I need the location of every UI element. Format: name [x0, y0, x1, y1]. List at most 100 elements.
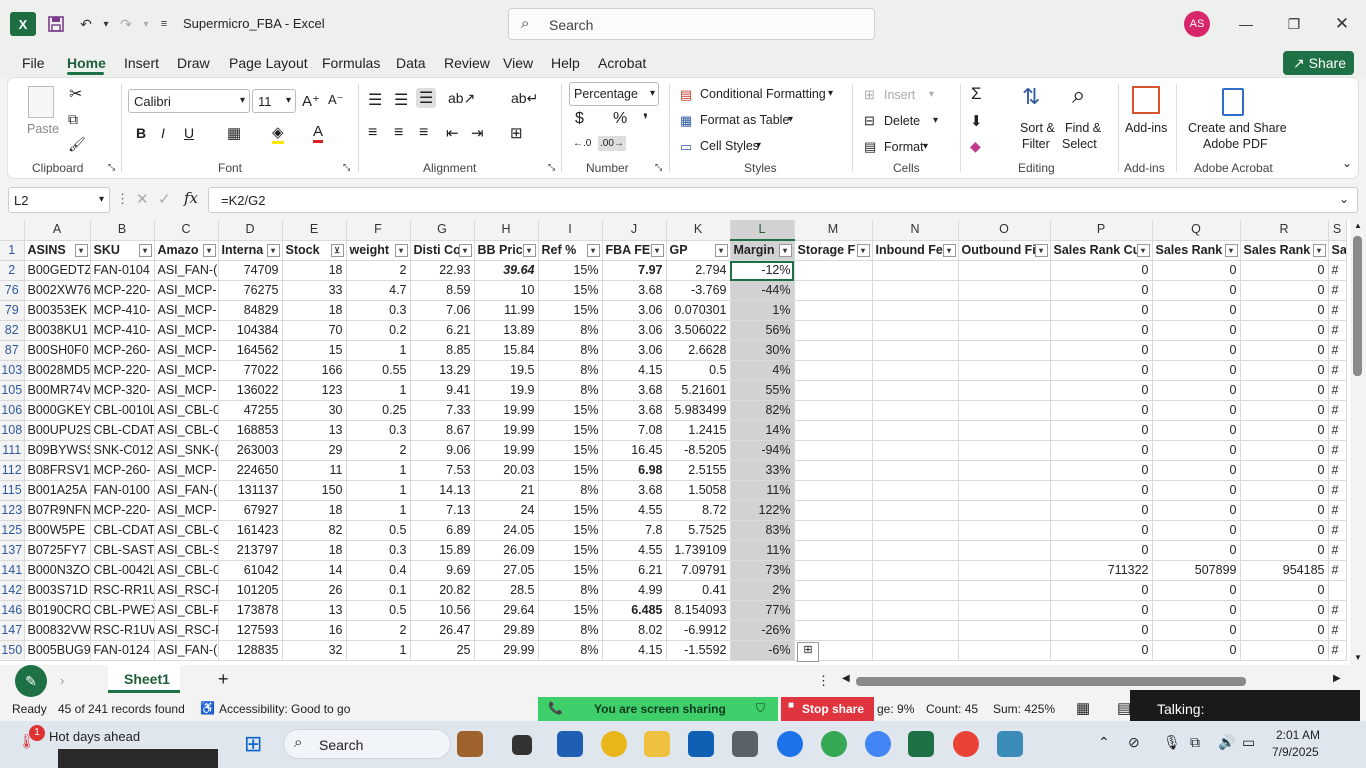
align-right-icon[interactable]: ≡ [419, 124, 428, 142]
filter-dropdown-icon[interactable]: ▾ [856, 243, 870, 257]
cell[interactable]: # [1328, 620, 1347, 641]
row-number[interactable]: 142 [0, 580, 25, 601]
cell[interactable]: -6% [730, 640, 795, 661]
cell[interactable]: # [1328, 600, 1347, 621]
cell[interactable]: 14 [282, 560, 347, 581]
filter-dropdown-icon[interactable]: ▾ [714, 243, 728, 257]
filter-dropdown-icon[interactable]: ▾ [942, 243, 956, 257]
cell[interactable] [958, 560, 1051, 581]
bold-icon[interactable]: B [136, 125, 146, 141]
scroll-down-icon[interactable]: ▼ [1354, 653, 1362, 662]
cell[interactable]: SNK-C012 [90, 440, 155, 461]
row-number[interactable]: 141 [0, 560, 25, 581]
cell[interactable]: B00GEDTZ [24, 260, 91, 281]
cell[interactable]: 15% [538, 300, 603, 321]
cell[interactable]: 47255 [218, 400, 283, 421]
cell[interactable]: 83% [730, 520, 795, 541]
cell[interactable]: ASI_MCP- [154, 380, 219, 401]
cell[interactable]: 0 [1050, 580, 1153, 601]
cell[interactable] [794, 300, 873, 321]
cell[interactable]: 7.33 [410, 400, 475, 421]
row-number[interactable]: 123 [0, 500, 25, 521]
sort-filter-icon[interactable]: ⇅ [1022, 84, 1040, 110]
cell[interactable]: 6.89 [410, 520, 475, 541]
cell[interactable]: 0 [1152, 600, 1241, 621]
cell[interactable]: B00MR74V [24, 380, 91, 401]
cell[interactable]: 0 [1152, 260, 1241, 281]
cell[interactable]: 16.45 [602, 440, 667, 461]
cell[interactable]: 15% [538, 520, 603, 541]
align-center-icon[interactable]: ≡ [394, 124, 403, 142]
cell[interactable]: # [1328, 640, 1347, 661]
add-ins-button[interactable]: Add-ins [1125, 121, 1167, 135]
column-letter[interactable]: O [958, 220, 1051, 241]
cell[interactable]: 0 [1050, 260, 1153, 281]
comma-icon[interactable]: ❜ [643, 110, 648, 130]
cell[interactable]: 0 [1050, 320, 1153, 341]
cell[interactable]: 18 [282, 300, 347, 321]
cell[interactable]: MCP-320- [90, 380, 155, 401]
find-select-label-2[interactable]: Select [1062, 137, 1097, 151]
row-number[interactable]: 111 [0, 440, 25, 461]
column-letter[interactable]: Q [1152, 220, 1241, 241]
cell[interactable]: 7.09791 [666, 560, 731, 581]
cell[interactable]: 24.05 [474, 520, 539, 541]
cell[interactable]: 1 [346, 460, 411, 481]
cell[interactable]: 0.41 [666, 580, 731, 601]
cell[interactable]: # [1328, 500, 1347, 521]
cell[interactable]: 0 [1152, 300, 1241, 321]
cell[interactable]: 1.5058 [666, 480, 731, 501]
cell[interactable]: 2 [346, 440, 411, 461]
scroll-left-icon[interactable]: ◀ [842, 673, 850, 684]
cell[interactable] [794, 540, 873, 561]
cell[interactable]: 1 [346, 500, 411, 521]
cell[interactable]: 173878 [218, 600, 283, 621]
avatar[interactable]: AS [1184, 11, 1210, 37]
cell[interactable] [872, 460, 959, 481]
cell[interactable] [794, 400, 873, 421]
horizontal-scroll-thumb[interactable] [856, 677, 1246, 686]
cell[interactable] [872, 260, 959, 281]
cell[interactable] [872, 560, 959, 581]
cell[interactable]: 2% [730, 580, 795, 601]
cell[interactable]: 19.99 [474, 420, 539, 441]
tab-insert[interactable]: Insert [124, 55, 159, 71]
cell[interactable]: 0 [1240, 380, 1329, 401]
format-cells-icon[interactable]: ▤ [864, 139, 876, 155]
cell[interactable]: 10.56 [410, 600, 475, 621]
create-pdf-label-2[interactable]: Adobe PDF [1203, 137, 1268, 151]
cell[interactable]: 8.02 [602, 620, 667, 641]
cell[interactable]: 3.06 [602, 300, 667, 321]
cell[interactable]: # [1328, 300, 1347, 321]
cell[interactable]: # [1328, 340, 1347, 361]
cell[interactable]: 0 [1152, 380, 1241, 401]
cell[interactable]: 28.5 [474, 580, 539, 601]
cell[interactable]: 0 [1050, 540, 1153, 561]
cell[interactable]: 24 [474, 500, 539, 521]
volume-icon[interactable]: 🔊 [1218, 734, 1235, 751]
cell[interactable]: 8.59 [410, 280, 475, 301]
cell[interactable]: 213797 [218, 540, 283, 561]
taskbar-search[interactable]: ⌕ Search [283, 729, 451, 759]
font-size-select[interactable]: 11 ▾ [252, 89, 296, 113]
cell[interactable]: 128835 [218, 640, 283, 661]
cell[interactable]: # [1328, 480, 1347, 501]
cell[interactable]: CBL-SAST- [90, 540, 155, 561]
fill-color-icon[interactable]: ◈ [272, 123, 284, 144]
cell[interactable]: 0 [1050, 520, 1153, 541]
cell[interactable]: 711322 [1050, 560, 1153, 581]
cell[interactable]: 6.485 [602, 600, 667, 621]
restore-icon[interactable]: ❐ [1282, 12, 1306, 36]
column-header[interactable]: Storage F ▾ [794, 240, 873, 261]
cell[interactable]: 6.21 [410, 320, 475, 341]
cell[interactable]: 8.67 [410, 420, 475, 441]
cell[interactable]: B000GKEY [24, 400, 91, 421]
cell[interactable] [958, 600, 1051, 621]
format-painter-icon[interactable]: 🖌 [68, 136, 86, 153]
cell[interactable]: 0.2 [346, 320, 411, 341]
cell[interactable]: 8% [538, 640, 603, 661]
cell[interactable] [872, 320, 959, 341]
cell[interactable]: 0 [1152, 440, 1241, 461]
cell[interactable]: -1.5592 [666, 640, 731, 661]
column-header[interactable]: SKU ▾ [90, 240, 155, 261]
